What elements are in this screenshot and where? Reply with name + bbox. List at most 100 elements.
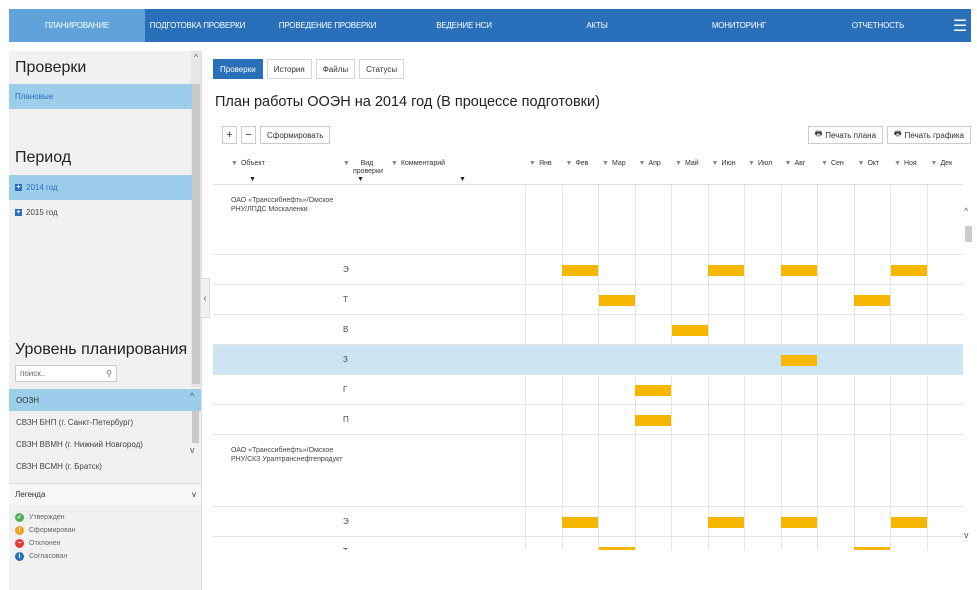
nav-reporting[interactable]: ОТЧЕТНОСТЬ [807,9,949,42]
level-item[interactable]: ООЗН [9,389,201,411]
filter-icon[interactable]: ▼ [675,160,682,167]
add-button[interactable]: + [222,126,237,144]
table-row[interactable]: ОАО «Транссибнефть»/Омское РНУ/СКЗ Уралт… [213,435,963,507]
table-row[interactable]: ОАО «Транссибнефть»/Омское РНУ/ЛПДС Моск… [213,185,963,255]
schedule-bar[interactable] [854,547,890,550]
column-month[interactable]: ▼ Мар [602,160,626,167]
schedule-bar[interactable] [854,295,890,306]
column-month[interactable]: ▼ Дек [931,160,953,167]
print-plan-button[interactable]: 🖶 Печать плана [807,126,884,144]
column-month[interactable]: ▼ Ноя [894,160,917,167]
nav-acts[interactable]: АКТЫ [523,9,671,42]
schedule-bar[interactable] [671,325,708,336]
column-month[interactable]: ▼ Янв [529,160,552,167]
schedule-bar[interactable] [562,265,598,276]
level-item[interactable]: СВЗН ВВМН (г. Нижний Новгород) [9,433,201,455]
nav-reference-data[interactable]: ВЕДЕНИЕ НСИ [405,9,523,42]
tab-checks[interactable]: Проверки [213,59,263,79]
level-item[interactable]: СВЗН БНП (г. Санкт-Петербург) [9,411,201,433]
table-row[interactable]: Э [213,255,963,285]
schedule-bar[interactable] [890,517,927,528]
filter-icon[interactable]: ▼ [748,160,755,167]
left-scrollbar[interactable]: ^ [191,51,201,387]
column-month[interactable]: ▼ Сен [821,160,844,167]
plus-box-icon[interactable]: + [15,209,22,216]
grid-scrollbar[interactable]: ^ v [962,206,974,550]
plus-box-icon[interactable]: + [15,184,22,191]
filter-icon[interactable]: ▼ [821,160,828,167]
filter-icon[interactable]: ▼ [343,160,350,167]
filter-icon[interactable]: ▼ [566,160,573,167]
tab-statuses[interactable]: Статусы [359,59,405,79]
filter-icon[interactable]: ▼ [931,160,938,167]
table-row[interactable]: Э [213,507,963,537]
hamburger-icon[interactable]: ☰ [949,9,971,42]
table-row[interactable]: Г [213,375,963,405]
generate-button[interactable]: Сформировать [260,126,331,144]
period-item-2015[interactable]: + 2015 год [9,200,192,225]
column-type[interactable]: ▼ Вид проверки [343,160,383,176]
table-row[interactable]: Т [213,537,963,550]
tab-files[interactable]: Файлы [315,59,356,79]
column-month[interactable]: ▼ Авг [785,160,806,167]
column-comment[interactable]: ▼ Комментарий [391,160,445,167]
filter-icon[interactable]: ▼ [231,160,238,167]
level-scrollbar[interactable]: ^ v [188,389,201,481]
chevron-down-icon[interactable]: v [192,490,196,499]
caret-down-icon[interactable]: ▼ [459,176,466,183]
column-month[interactable]: ▼ Апр [639,160,661,167]
nav-preparation[interactable]: ПОДГОТОВКА ПРОВЕРКИ [145,9,250,42]
nav-execution[interactable]: ПРОВЕДЕНИЕ ПРОВЕРКИ [250,9,405,42]
chevron-up-icon[interactable]: ^ [964,206,968,216]
scroll-thumb[interactable] [192,84,200,384]
schedule-bar[interactable] [781,355,817,366]
column-month[interactable]: ▼ Май [675,160,699,167]
chevron-down-icon[interactable]: v [964,530,969,540]
column-month[interactable]: ▼ Июн [712,160,736,167]
schedule-bar[interactable] [635,385,671,396]
tab-history[interactable]: История [266,59,312,79]
collapse-panel-button[interactable]: ‹ [200,278,210,318]
remove-button[interactable]: − [241,126,256,144]
checks-item-planned[interactable]: Плановые [9,84,192,109]
schedule-bar[interactable] [708,517,744,528]
table-row[interactable]: В [213,315,963,345]
print-schedule-button[interactable]: 🖶 Печать графика [887,126,971,144]
filter-icon[interactable]: ▼ [785,160,792,167]
table-row[interactable]: П [213,405,963,435]
nav-planning[interactable]: ПЛАНИРОВАНИЕ [9,9,145,42]
scroll-thumb[interactable] [965,226,972,242]
level-item[interactable]: СВЗН ВСМН (г. Братск) [9,455,201,477]
period-item-2014[interactable]: + 2014 год [9,175,192,200]
column-object[interactable]: ▼ Объект [231,160,265,167]
schedule-bar[interactable] [890,265,927,276]
schedule-bar[interactable] [781,517,817,528]
filter-icon[interactable]: ▼ [602,160,609,167]
level-search-input[interactable]: поиск.. ⚲ [15,365,117,382]
column-month[interactable]: ▼ Фев [566,160,589,167]
caret-down-icon[interactable]: ▼ [357,176,364,183]
chevron-up-icon[interactable]: ^ [191,53,201,62]
schedule-bar[interactable] [781,265,817,276]
chevron-down-icon[interactable]: v [190,445,195,455]
filter-icon[interactable]: ▼ [712,160,719,167]
schedule-bar[interactable] [708,265,744,276]
search-icon[interactable]: ⚲ [106,369,112,378]
schedule-bar[interactable] [562,517,598,528]
schedule-bar[interactable] [635,415,671,426]
schedule-bar[interactable] [598,295,635,306]
table-row[interactable]: Т [213,285,963,315]
chevron-left-icon[interactable]: ‹ [203,293,206,304]
caret-down-icon[interactable]: ▼ [249,176,256,183]
schedule-bar[interactable] [598,547,635,550]
legend-header[interactable]: Легенда v [9,483,201,505]
filter-icon[interactable]: ▼ [858,160,865,167]
filter-icon[interactable]: ▼ [529,160,536,167]
filter-icon[interactable]: ▼ [639,160,646,167]
nav-monitoring[interactable]: МОНИТОРИНГ [671,9,807,42]
chevron-up-icon[interactable]: ^ [190,391,194,401]
column-month[interactable]: ▼ Июл [748,160,772,167]
table-row[interactable]: З [213,345,963,375]
scroll-thumb[interactable] [192,411,199,443]
filter-icon[interactable]: ▼ [391,160,398,167]
